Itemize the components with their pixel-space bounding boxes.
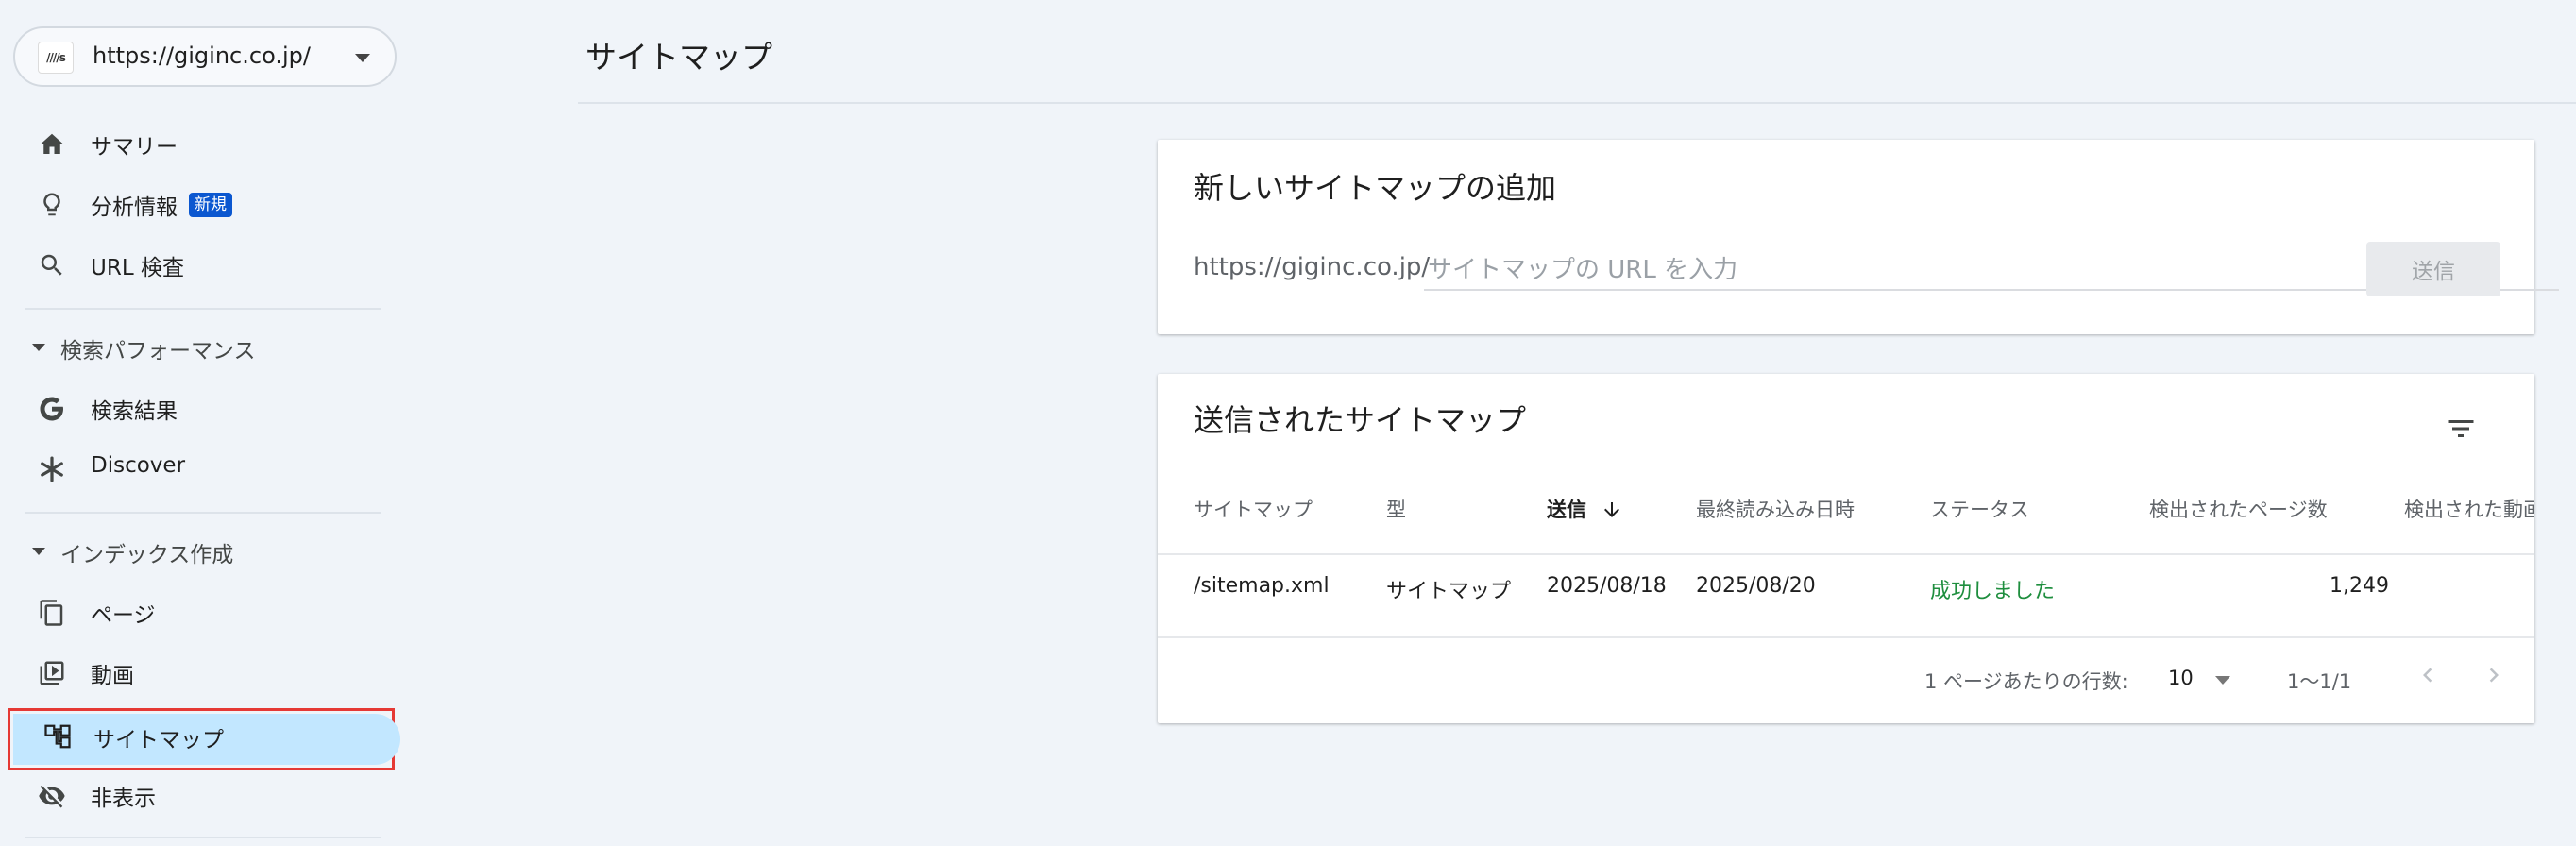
chevron-right-icon[interactable] <box>2480 661 2508 689</box>
column-header-submitted[interactable]: 送信 <box>1547 495 1623 523</box>
sidebar-item-label: 非表示 <box>91 787 156 811</box>
column-header-sitemap[interactable]: サイトマップ <box>1194 495 1313 523</box>
header-divider <box>578 102 2576 104</box>
copy-pages-icon <box>40 600 63 626</box>
cell-type: サイトマップ <box>1386 580 1512 603</box>
sidebar-item-summary[interactable]: サマリー <box>0 115 397 172</box>
property-selector[interactable]: ////s https://giginc.co.jp/ <box>13 26 397 87</box>
page-title: サイトマップ <box>585 39 772 76</box>
lightbulb-icon <box>43 193 60 216</box>
rows-per-page-value: 10 <box>2168 667 2194 689</box>
table-header-divider <box>1158 553 2534 555</box>
column-header-videos-found[interactable]: 検出された動画 <box>2404 495 2534 523</box>
add-sitemap-title: 新しいサイトマップの追加 <box>1194 170 1557 206</box>
sidebar-item-insights[interactable]: 分析情報 新規 <box>0 176 397 232</box>
caret-down-icon <box>32 344 45 351</box>
cell-status: 成功しました <box>1930 580 2056 603</box>
video-library-icon <box>40 661 64 685</box>
submit-button[interactable]: 送信 <box>2366 242 2500 296</box>
new-badge: 新規 <box>189 193 232 217</box>
sidebar-divider <box>25 308 381 310</box>
sidebar-divider <box>25 512 381 514</box>
chevron-left-icon[interactable] <box>2414 661 2442 689</box>
cell-last-read: 2025/08/20 <box>1696 574 1816 598</box>
add-sitemap-card: 新しいサイトマップの追加 https://giginc.co.jp/ 送信 <box>1158 140 2559 334</box>
section-label: 検索パフォーマンス <box>60 339 256 364</box>
caret-down-icon <box>2215 676 2230 685</box>
asterisk-icon <box>41 456 63 482</box>
sidebar-item-url-inspection[interactable]: URL 検査 <box>0 236 397 293</box>
cell-pages-found: 1,249 <box>2330 574 2389 598</box>
sidebar-item-search-results[interactable]: 検索結果 <box>0 380 397 436</box>
column-header-last-read[interactable]: 最終読み込み日時 <box>1696 495 1855 523</box>
home-icon <box>40 133 64 154</box>
sidebar-divider <box>25 837 381 838</box>
sidebar-item-sitemaps[interactable]: サイトマップ <box>8 708 400 770</box>
cell-sitemap: /sitemap.xml <box>1194 574 1330 598</box>
sidebar-item-label: 検索結果 <box>91 399 178 424</box>
property-logo: ////s <box>38 42 74 74</box>
sidebar-item-label: サマリー <box>91 135 178 160</box>
column-header-status[interactable]: ステータス <box>1930 495 2029 523</box>
section-search-performance[interactable]: 検索パフォーマンス <box>0 325 397 372</box>
column-header-pages-found[interactable]: 検出されたページ数 <box>2149 495 2328 523</box>
column-header-type[interactable]: 型 <box>1386 495 1406 523</box>
sidebar-item-discover[interactable]: Discover <box>0 440 397 497</box>
sidebar-item-pages[interactable]: ページ <box>0 584 397 640</box>
table-row-divider <box>1158 636 2534 638</box>
arrow-down-icon <box>1604 502 1620 517</box>
sidebar-item-videos[interactable]: 動画 <box>0 644 397 701</box>
sitemap-url-prefix: https://giginc.co.jp/ <box>1194 253 1431 281</box>
section-label: インデックス作成 <box>60 543 234 567</box>
sidebar-item-label: Discover <box>91 453 186 478</box>
section-indexing[interactable]: インデックス作成 <box>0 529 397 576</box>
filter-icon[interactable] <box>2442 412 2480 446</box>
cell-submitted: 2025/08/18 <box>1547 574 1667 598</box>
sidebar-item-label: 動画 <box>91 664 134 688</box>
sitemap-icon <box>44 724 71 749</box>
chevron-down-icon <box>355 54 370 62</box>
google-g-icon <box>40 397 63 421</box>
submitted-sitemaps-card: 送信されたサイトマップ サイトマップ 型 送信 最終読み込み日時 ステータス 検… <box>1158 374 2534 723</box>
pagination-range: 1〜1/1 <box>2287 670 2352 693</box>
property-url: https://giginc.co.jp/ <box>93 42 311 69</box>
sidebar-item-removals[interactable]: 非表示 <box>0 767 397 823</box>
column-header-label: 送信 <box>1547 499 1586 521</box>
submitted-sitemaps-title: 送信されたサイトマップ <box>1194 402 1527 438</box>
sidebar-item-label: 分析情報 <box>91 195 178 220</box>
sidebar-item-label: サイトマップ <box>93 728 224 753</box>
sidebar-item-label: URL 検査 <box>91 256 184 280</box>
sidebar: ////s https://giginc.co.jp/ サマリー 分析情報 新規… <box>0 0 400 846</box>
rows-per-page-label: 1 ページあたりの行数: <box>1924 670 2128 693</box>
caret-down-icon <box>32 548 45 555</box>
search-icon <box>41 254 62 276</box>
sidebar-item-label: ページ <box>91 603 156 628</box>
visibility-off-icon <box>39 785 65 808</box>
